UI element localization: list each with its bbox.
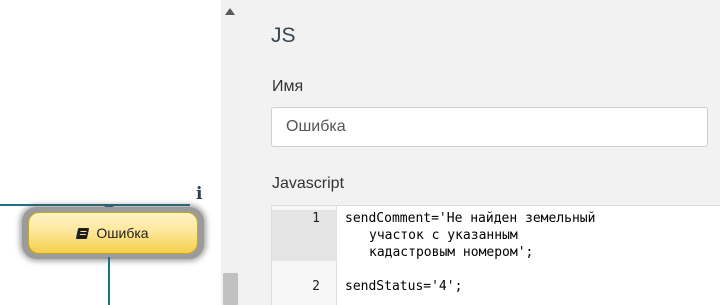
code-line-wrapped: участок с указанным <box>369 228 518 243</box>
info-icon[interactable]: i <box>196 186 202 203</box>
code-line: sendStatus='4'; <box>345 279 463 294</box>
line-number: 2 <box>312 279 320 294</box>
javascript-code-editor[interactable]: 1 sendComment='Не найден земельный участ… <box>271 205 720 305</box>
flow-node-error[interactable]: Ошибка <box>28 212 198 254</box>
canvas-scrollbar[interactable] <box>221 0 240 305</box>
flow-node-label: Ошибка <box>96 225 149 241</box>
code-line-wrapped: кадастровым номером'; <box>369 245 534 260</box>
name-field-label: Имя <box>272 78 304 95</box>
properties-panel: JS Имя Javascript 1 sendComment='Не найд… <box>240 0 720 305</box>
code-line: sendComment='Не найден земельный <box>345 211 596 226</box>
connector-line-vertical-bottom <box>108 257 110 305</box>
scroll-up-arrow-icon[interactable] <box>225 8 235 15</box>
scrollbar-thumb[interactable] <box>223 273 238 305</box>
panel-title: JS <box>271 24 296 47</box>
javascript-field-label: Javascript <box>272 175 345 192</box>
line-number: 1 <box>312 211 320 226</box>
name-input[interactable] <box>271 107 708 147</box>
flow-canvas[interactable]: i Ошибка <box>0 0 221 305</box>
book-icon <box>76 228 91 239</box>
connector-line-horizontal <box>0 204 190 206</box>
